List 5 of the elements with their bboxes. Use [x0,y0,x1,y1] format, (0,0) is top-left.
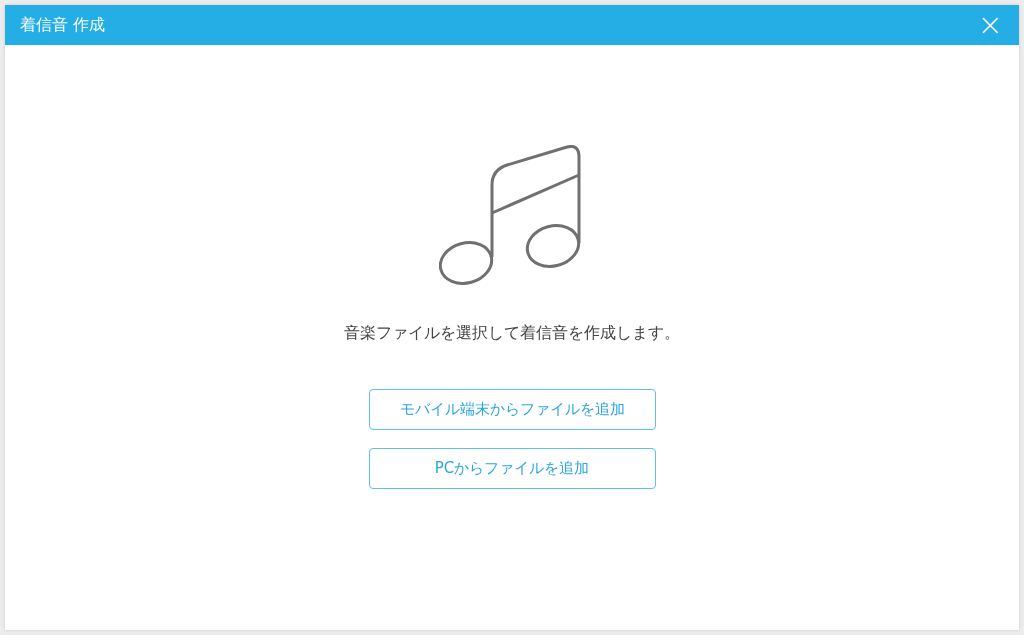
close-button[interactable]: × [975,10,1005,40]
window-title: 着信音 作成 [20,14,106,36]
add-file-button[interactable]: モバイル端末からファイルを追加 [368,389,656,430]
instruction-text: 音楽ファイルを選択して着信音を作成します。 [344,323,680,344]
add-file-button[interactable]: PCからファイルを追加 [368,448,656,489]
